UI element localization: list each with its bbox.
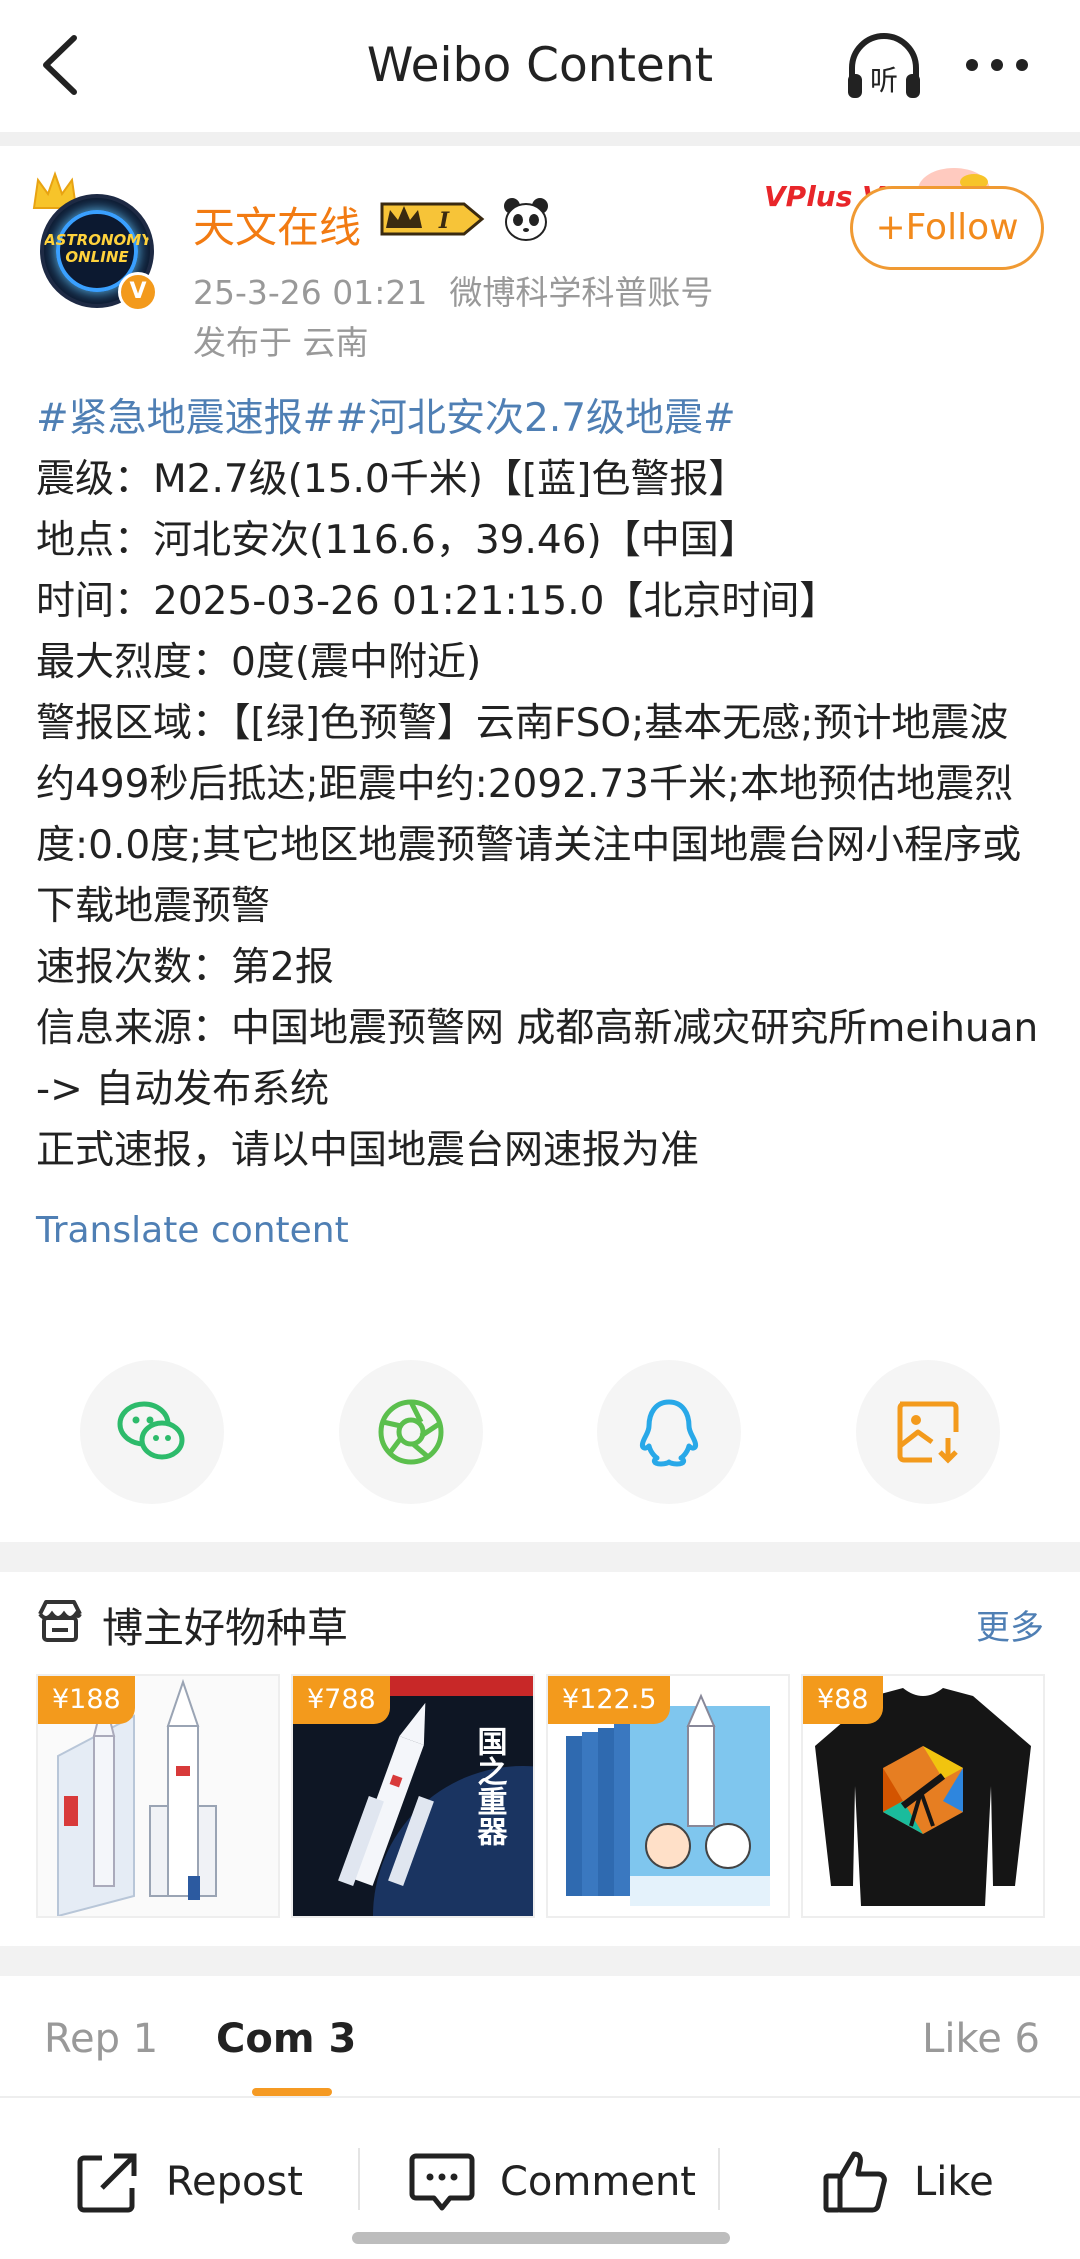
rank-badge-icon: I — [378, 198, 490, 240]
top-bar: Weibo Content 听 — [0, 0, 1080, 132]
share-wechat-button[interactable] — [80, 1360, 224, 1504]
avatar-logo-text: ASTRONOMY ONLINE — [44, 231, 153, 266]
product-box-title: 国之重器 — [472, 1726, 509, 1846]
account-type: 微博科学科普账号 — [449, 273, 714, 312]
tab-reposts[interactable]: Rep 1 — [44, 2016, 158, 2062]
comment-button[interactable]: Comment — [406, 2142, 696, 2222]
follow-button[interactable]: +Follow — [850, 186, 1044, 270]
product-price: ¥122.5 — [548, 1676, 671, 1724]
share-qq-button[interactable] — [597, 1360, 741, 1504]
post-line: 信息来源：中国地震预警网 成都高新减灾研究所meihuan -> 自动发布系统 — [36, 1006, 1039, 1112]
active-tab-indicator — [252, 2088, 332, 2096]
translate-link[interactable]: Translate content — [36, 1210, 349, 1251]
qq-penguin-icon — [640, 1399, 698, 1467]
action-divider — [718, 2148, 720, 2210]
post-line: 警报区域：【[绿]色预警】云南FSO;基本无感;预计地震波约499秒后抵达;距震… — [36, 701, 1022, 929]
share-save-image-button[interactable] — [856, 1360, 1000, 1504]
wechat-icon — [117, 1401, 185, 1460]
moments-aperture-icon — [378, 1399, 444, 1465]
interaction-tabs: Rep 1 Com 3 Like 6 — [0, 1976, 1080, 2096]
like-button[interactable]: Like — [820, 2142, 994, 2222]
post-content: #紧急地震速报##河北安次2.7级地震# 震级：M2.7级(15.0千米)【[蓝… — [36, 388, 1046, 1181]
headphones-listen-icon[interactable]: 听 — [842, 26, 926, 104]
author-name[interactable]: 天文在线 — [193, 194, 361, 255]
thumbs-up-icon — [823, 2151, 887, 2213]
tab-likes[interactable]: Like 6 — [922, 2016, 1040, 2062]
comment-bubble-icon — [409, 2153, 475, 2211]
tab-comments[interactable]: Com 3 — [216, 2016, 356, 2062]
comment-label: Comment — [500, 2159, 696, 2205]
product-card[interactable]: 国之重器 ¥788 — [291, 1674, 535, 1918]
like-label: Like — [914, 2159, 994, 2205]
repost-button[interactable]: Repost — [72, 2142, 303, 2222]
share-moments-button[interactable] — [339, 1360, 483, 1504]
home-indicator[interactable] — [352, 2232, 730, 2244]
hashtag-links[interactable]: #紧急地震速报##河北安次2.7级地震# — [36, 388, 1046, 449]
post-location: 发布于 云南 — [193, 323, 369, 362]
panda-icon — [502, 196, 550, 242]
repost-label: Repost — [166, 2159, 303, 2205]
rank-badge-text: I — [438, 208, 450, 234]
listen-label: 听 — [870, 64, 898, 97]
post-line: 震级：M2.7级(15.0千米)【[蓝]色警报】 — [36, 457, 748, 502]
product-price: ¥788 — [293, 1676, 390, 1724]
verified-badge-icon: V — [118, 272, 158, 312]
post-date: 25-3-26 01:21 — [193, 273, 428, 312]
post-line: 最大烈度：0度(震中附近) — [36, 640, 482, 685]
goods-more-link[interactable]: 更多 — [976, 1600, 1044, 1649]
action-divider — [358, 2148, 360, 2210]
section-separator — [0, 1946, 1080, 1976]
repost-share-icon — [77, 2153, 137, 2213]
product-card[interactable]: ¥88 — [801, 1674, 1045, 1918]
product-card[interactable]: ¥188 — [36, 1674, 280, 1918]
product-price: ¥88 — [803, 1676, 883, 1724]
goods-section-title: 博主好物种草 — [102, 1604, 348, 1652]
post-line: 速报次数：第2报 — [36, 945, 334, 990]
product-card[interactable]: ¥122.5 — [546, 1674, 790, 1918]
post-meta: 25-3-26 01:21 微博科学科普账号 — [193, 266, 713, 314]
tabs-divider — [0, 2096, 1080, 2098]
save-image-icon — [897, 1401, 959, 1464]
post-line: 地点：河北安次(116.6，39.46)【中国】 — [36, 518, 758, 563]
post-line: 时间：2025-03-26 01:21:15.0【北京时间】 — [36, 579, 839, 624]
post-line: 正式速报，请以中国地震台网速报为准 — [36, 1128, 700, 1173]
product-price: ¥188 — [38, 1676, 135, 1724]
section-separator — [0, 1542, 1080, 1572]
shop-icon — [36, 1598, 84, 1644]
header-separator — [0, 132, 1080, 146]
more-dots-icon[interactable] — [962, 40, 1032, 90]
